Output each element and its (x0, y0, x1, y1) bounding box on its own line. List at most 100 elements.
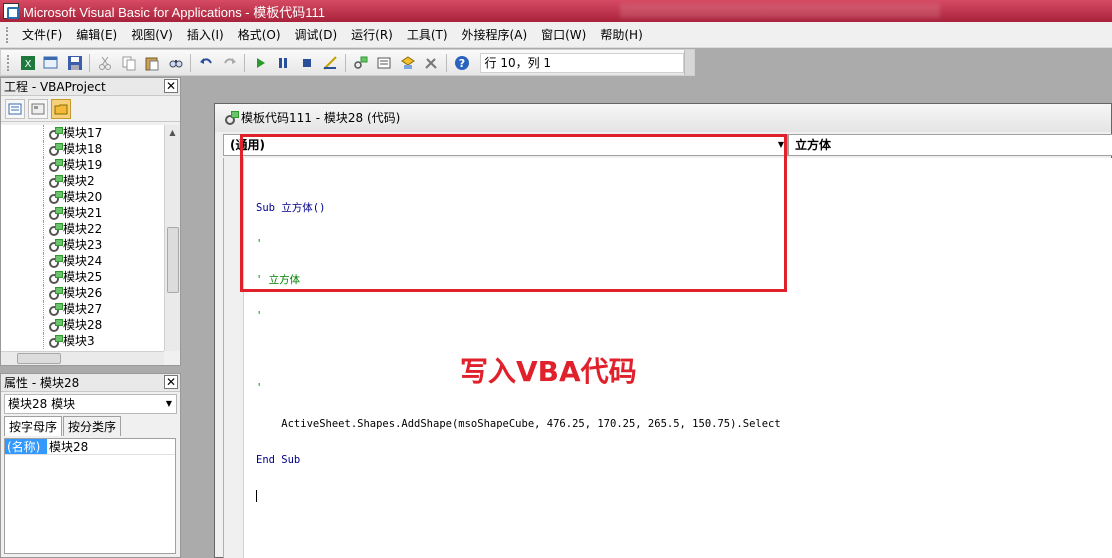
chevron-down-icon[interactable]: ▼ (778, 135, 784, 155)
tree-item-module27[interactable]: 模块27 (1, 301, 164, 317)
insert-userform-icon[interactable] (41, 53, 60, 73)
scroll-thumb[interactable] (17, 353, 61, 364)
menu-view[interactable]: 视图(V) (124, 24, 180, 46)
module-icon (49, 303, 63, 316)
chevron-down-icon[interactable]: ▼ (166, 395, 172, 413)
save-icon[interactable] (65, 53, 84, 73)
tree-item-module17[interactable]: 模块17 (1, 125, 164, 141)
code-window-title: 模板代码111 - 模块28 (代码) (241, 111, 401, 125)
property-value[interactable]: 模块28 (47, 439, 88, 454)
menu-bar: 文件(F) 编辑(E) 视图(V) 插入(I) 格式(O) 调试(D) 运行(R… (0, 22, 1112, 48)
menu-edit[interactable]: 编辑(E) (69, 24, 124, 46)
toolbar-grip[interactable] (7, 54, 10, 71)
module-icon (49, 159, 63, 172)
property-row[interactable]: (名称) 模块28 (5, 439, 175, 455)
project-pane-title-bar: 工程 - VBAProject ✕ (1, 78, 180, 96)
toggle-folders-icon[interactable] (51, 98, 71, 119)
menu-run[interactable]: 运行(R) (344, 24, 400, 46)
tree-item-module25[interactable]: 模块25 (1, 269, 164, 285)
tree-item-module26[interactable]: 模块26 (1, 285, 164, 301)
project-tree-vertical-scrollbar[interactable]: ▲ (164, 125, 180, 351)
tree-item-module21[interactable]: 模块21 (1, 205, 164, 221)
design-mode-icon[interactable] (321, 53, 340, 73)
object-select[interactable]: 模块28 模块 ▼ (4, 394, 177, 414)
code-line: ' (256, 310, 263, 322)
tree-item-module20[interactable]: 模块20 (1, 189, 164, 205)
tree-item-label: 模块17 (63, 126, 103, 140)
undo-icon[interactable] (196, 53, 215, 73)
menu-debug[interactable]: 调试(D) (288, 24, 345, 46)
project-tree-horizontal-scrollbar[interactable] (1, 351, 164, 365)
help-icon[interactable]: ? (452, 53, 471, 73)
menu-tools[interactable]: 工具(T) (400, 24, 455, 46)
toolbar-separator (244, 53, 246, 72)
tree-item-module22[interactable]: 模块22 (1, 221, 164, 237)
module-icon (49, 175, 63, 188)
module-icon (49, 287, 63, 300)
tree-item-module2[interactable]: 模块2 (1, 173, 164, 189)
menu-insert[interactable]: 插入(I) (180, 24, 231, 46)
paste-icon[interactable] (142, 53, 161, 73)
tree-connector (43, 205, 44, 221)
code-window-title-bar: 模板代码111 - 模块28 (代码) (215, 104, 1111, 132)
tab-categorized[interactable]: 按分类序 (63, 416, 122, 436)
reset-icon[interactable] (297, 53, 316, 73)
module-icon (49, 207, 63, 220)
properties-icon[interactable] (375, 53, 394, 73)
object-combo[interactable]: (通用) ▼ (223, 134, 788, 156)
menu-grip[interactable] (6, 26, 9, 43)
close-icon[interactable]: ✕ (164, 79, 178, 93)
object-browser-icon[interactable] (398, 53, 417, 73)
view-object-icon[interactable] (28, 98, 48, 119)
menu-format[interactable]: 格式(O) (231, 24, 288, 46)
tree-connector (43, 125, 44, 141)
copy-icon[interactable] (119, 53, 138, 73)
project-pane-tools (1, 96, 180, 122)
tree-item-module3[interactable]: 模块3 (1, 333, 164, 349)
break-icon[interactable] (274, 53, 293, 73)
menu-help[interactable]: 帮助(H) (593, 24, 649, 46)
view-code-icon[interactable] (5, 98, 25, 119)
tree-connector (43, 157, 44, 173)
code-editor[interactable]: Sub 立方体() ' ' 立方体 ' ' ActiveSheet.Shapes… (223, 158, 1112, 558)
tree-item-label: 模块3 (63, 334, 95, 348)
toolbar-separator (345, 53, 347, 72)
toolbox-icon[interactable] (422, 53, 441, 73)
tree-item-module28[interactable]: 模块28 (1, 317, 164, 333)
code-margin-bar[interactable] (224, 158, 244, 558)
cut-icon[interactable] (95, 53, 114, 73)
object-combo-value: (通用) (230, 138, 265, 152)
menu-addins[interactable]: 外接程序(A) (455, 24, 535, 46)
menu-window[interactable]: 窗口(W) (534, 24, 593, 46)
scroll-up-arrow-icon[interactable]: ▲ (165, 125, 180, 141)
module-icon (49, 223, 63, 236)
toolbar-overflow-chevron[interactable] (684, 50, 695, 75)
tree-connector (43, 317, 44, 333)
close-icon[interactable]: ✕ (164, 375, 178, 389)
project-explorer-icon[interactable] (351, 53, 370, 73)
scroll-thumb[interactable] (167, 227, 179, 293)
find-icon[interactable] (166, 53, 185, 73)
code-window: 模板代码111 - 模块28 (代码) (通用) ▼ 立方体 Sub 立方体()… (214, 103, 1112, 558)
tree-item-module24[interactable]: 模块24 (1, 253, 164, 269)
tree-connector (43, 173, 44, 189)
code-line-cursor (256, 490, 781, 502)
menu-file[interactable]: 文件(F) (15, 24, 69, 46)
tree-item-label: 模块22 (63, 222, 103, 236)
code-line: ' 立方体 (256, 274, 301, 286)
standard-toolbar: X ? 行 10，列 1 (0, 49, 695, 76)
redo-icon[interactable] (220, 53, 239, 73)
tree-connector (43, 333, 44, 349)
tree-item-module19[interactable]: 模块19 (1, 157, 164, 173)
procedure-combo-value: 立方体 (795, 138, 832, 152)
tree-item-label: 模块24 (63, 254, 103, 268)
procedure-combo[interactable]: 立方体 (788, 134, 1112, 156)
vba-app-icon[interactable] (3, 3, 19, 19)
tree-item-module23[interactable]: 模块23 (1, 237, 164, 253)
properties-pane: 属性 - 模块28 ✕ 模块28 模块 ▼ 按字母序 按分类序 (名称) 模块2… (0, 373, 181, 558)
excel-icon[interactable]: X (18, 53, 37, 73)
tab-alphabetic[interactable]: 按字母序 (4, 416, 63, 436)
tree-item-label: 模块23 (63, 238, 103, 252)
run-icon[interactable] (250, 53, 269, 73)
tree-item-module18[interactable]: 模块18 (1, 141, 164, 157)
